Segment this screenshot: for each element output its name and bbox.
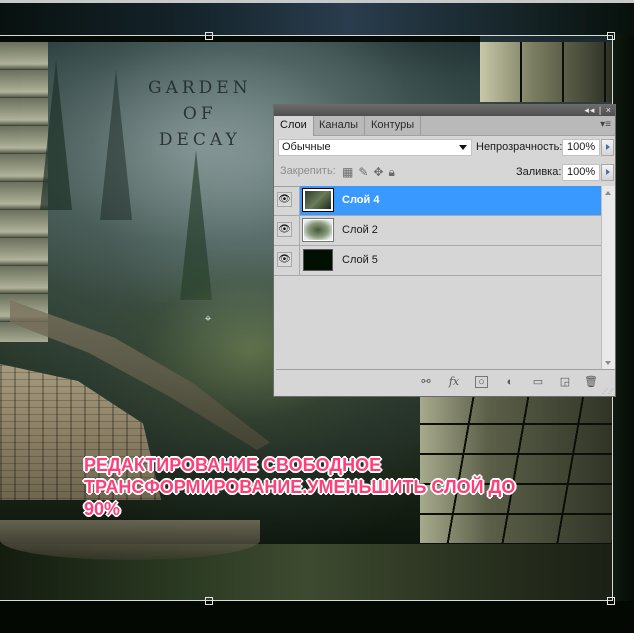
layer-main[interactable]: Слой 2: [299, 216, 604, 245]
artwork-title-line: OF: [182, 104, 217, 124]
blend-mode-select[interactable]: Обычные: [278, 139, 472, 156]
artwork-tree: [100, 70, 132, 220]
fx-icon[interactable]: fx: [447, 376, 461, 388]
fill-input[interactable]: 100%: [562, 164, 600, 181]
layer-main[interactable]: Слой 4: [299, 186, 604, 215]
transform-handle-bottom-right[interactable]: [607, 597, 615, 605]
resize-grip-icon[interactable]: ⋰⋰: [602, 388, 614, 395]
layer-row[interactable]: 👁︎ Слой 2: [274, 216, 604, 246]
link-icon[interactable]: ⚯: [419, 376, 433, 388]
transform-handle-top-right[interactable]: [607, 32, 615, 40]
transform-center-point-icon[interactable]: ⌖: [203, 312, 213, 324]
tab-layers[interactable]: Слои: [274, 116, 314, 136]
collapse-icon[interactable]: ◂◂: [584, 105, 595, 115]
lock-icon[interactable]: 🔒︎: [388, 165, 399, 179]
close-icon[interactable]: ×: [606, 105, 612, 115]
layers-list: 👁︎ Слой 4 👁︎ Слой 2 👁︎ Слой 5: [274, 186, 604, 370]
layer-thumbnail: [303, 249, 333, 271]
opacity-slider-button[interactable]: [601, 139, 614, 156]
lock-icons: ▦✎✥🔒︎: [342, 165, 400, 180]
layer-name: Слой 5: [342, 254, 378, 266]
layers-scrollbar[interactable]: [601, 186, 615, 370]
artwork-dark-band: [0, 35, 480, 42]
layer-name: Слой 4: [342, 194, 380, 206]
transform-handle-top-center[interactable]: [205, 32, 213, 40]
panel-menu-icon[interactable]: ▾≡: [600, 119, 611, 130]
opacity-input[interactable]: 100%: [562, 139, 600, 156]
visibility-eye-icon[interactable]: 👁︎: [277, 192, 292, 207]
opacity-label: Непрозрачность:: [476, 141, 563, 153]
artwork-title-line: DECAY: [158, 130, 241, 150]
panel-footer: ⚯ fx ○ ◐ ▭ ◲ 🗑︎ ⋰⋰: [276, 369, 615, 396]
blend-mode-value: Обычные: [282, 141, 331, 153]
visibility-eye-icon[interactable]: 👁︎: [277, 222, 292, 237]
new-layer-icon[interactable]: ◲: [558, 376, 572, 388]
artwork-right-edge: [613, 35, 634, 605]
layer-row[interactable]: 👁︎ Слой 5: [274, 246, 604, 276]
lock-fill-row: Закрепить: ▦✎✥🔒︎ Заливка: 100%: [274, 160, 615, 187]
adjustment-icon[interactable]: ◐: [503, 376, 517, 388]
transform-handle-bottom-center[interactable]: [205, 597, 213, 605]
artwork-tree: [40, 60, 72, 210]
trash-icon[interactable]: 🗑︎: [584, 376, 598, 388]
brush-icon[interactable]: ✎: [358, 165, 373, 179]
blend-opacity-row: Обычные Непрозрачность: 100%: [274, 136, 615, 160]
layer-thumbnail: [302, 218, 334, 242]
layer-main[interactable]: Слой 5: [299, 246, 604, 275]
lock-label: Закрепить:: [280, 165, 336, 177]
layers-panel: ◂◂ | × Слои Каналы Контуры ▾≡ Обычные Не…: [273, 104, 616, 397]
layer-name: Слой 2: [342, 224, 378, 236]
artwork-title-line: GARDEN: [148, 78, 252, 98]
folder-icon[interactable]: ▭: [531, 376, 545, 388]
mask-icon[interactable]: ○: [475, 376, 488, 388]
tab-channels[interactable]: Каналы: [313, 116, 366, 135]
tab-paths[interactable]: Контуры: [365, 116, 422, 135]
panel-tabs: Слои Каналы Контуры ▾≡: [274, 116, 615, 136]
visibility-eye-icon[interactable]: 👁︎: [277, 252, 292, 267]
lock-transparent-icon[interactable]: ▦: [342, 165, 358, 179]
artwork-sky: [0, 3, 634, 35]
fill-slider-button[interactable]: [601, 164, 614, 181]
canvas-bottom-area: [0, 601, 634, 633]
move-icon[interactable]: ✥: [373, 165, 388, 179]
layer-thumbnail: [302, 188, 334, 212]
artwork-title: GARDEN OF DECAY: [148, 75, 252, 153]
scroll-down-icon[interactable]: [605, 361, 611, 365]
layer-row[interactable]: 👁︎ Слой 4: [274, 186, 604, 216]
chevron-down-icon: [459, 145, 467, 150]
scroll-up-icon[interactable]: [605, 191, 611, 195]
fill-label: Заливка:: [516, 166, 562, 178]
artwork-grid-top: [480, 42, 613, 102]
panel-titlebar[interactable]: ◂◂ | ×: [274, 105, 615, 116]
artwork-reflection: [0, 520, 260, 560]
instruction-text: РЕДАКТИРОВАНИЕ СВОБОДНОЕ ТРАНСФОРМИРОВАН…: [84, 455, 516, 519]
